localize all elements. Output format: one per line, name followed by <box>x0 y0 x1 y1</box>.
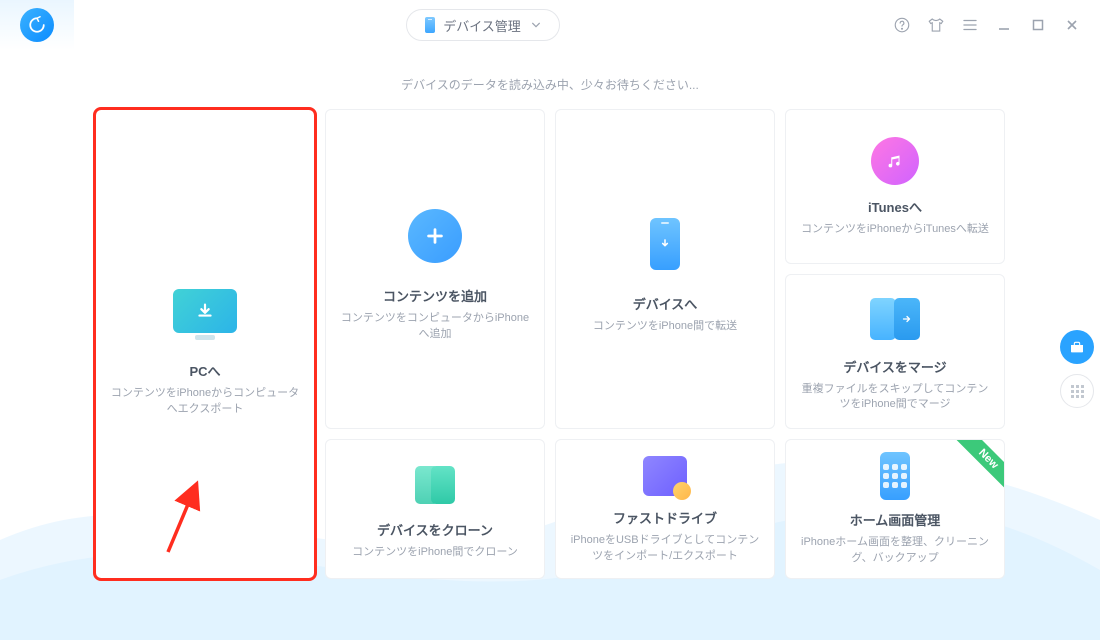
help-icon[interactable] <box>892 15 912 35</box>
tile-title: デバイスをマージ <box>843 357 946 376</box>
tile-title: iTunesへ <box>868 197 922 216</box>
plus-circle-icon <box>408 196 462 276</box>
phone-icon <box>425 17 435 33</box>
tile-to-itunes[interactable]: iTunesへ コンテンツをiPhoneからiTunesへ転送 <box>785 109 1005 264</box>
tile-fast-drive[interactable]: ファストドライブ iPhoneをUSBドライブとしてコンテンツをインポート/エク… <box>555 439 775 579</box>
apps-grid-button[interactable] <box>1060 374 1094 408</box>
merge-phones-icon <box>870 291 920 347</box>
tile-title: デバイスへ <box>633 294 698 313</box>
tile-desc: コンテンツをiPhone間で転送 <box>593 319 737 334</box>
tile-desc: コンテンツをiPhoneからコンピュータへエクスポート <box>107 386 303 417</box>
tile-desc: コンテンツをコンピュータからiPhoneへ追加 <box>338 311 532 342</box>
main-content: デバイスのデータを読み込み中、少々お待ちください... PCへ コンテンツをiP… <box>0 50 1100 579</box>
toolbox-button[interactable] <box>1060 330 1094 364</box>
tile-desc: iPhoneをUSBドライブとしてコンテンツをインポート/エクスポート <box>568 533 762 564</box>
close-button[interactable] <box>1062 15 1082 35</box>
chevron-down-icon <box>531 20 541 30</box>
header-controls <box>892 15 1100 35</box>
new-badge: New <box>955 439 1005 493</box>
shirt-icon[interactable] <box>926 15 946 35</box>
tile-home-screen[interactable]: New ホーム画面管理 iPhoneホーム画面を整理、クリーニング、バックアップ <box>785 439 1005 579</box>
monitor-download-icon <box>173 271 237 351</box>
tile-desc: コンテンツをiPhoneからiTunesへ転送 <box>801 222 989 237</box>
phone-download-icon <box>650 204 680 284</box>
app-header: デバイス管理 <box>0 0 1100 50</box>
side-float-buttons <box>1060 330 1094 408</box>
device-button-label: デバイス管理 <box>443 16 521 35</box>
itunes-icon <box>871 135 919 187</box>
menu-icon[interactable] <box>960 15 980 35</box>
tile-to-device[interactable]: デバイスへ コンテンツをiPhone間で転送 <box>555 109 775 429</box>
tile-title: ファストドライブ <box>613 508 717 527</box>
app-logo <box>0 0 74 50</box>
loading-text: デバイスのデータを読み込み中、少々お待ちください... <box>110 50 990 109</box>
clone-phones-icon <box>411 458 459 510</box>
maximize-button[interactable] <box>1028 15 1048 35</box>
tile-title: PCへ <box>189 361 220 380</box>
tile-clone-device[interactable]: デバイスをクローン コンテンツをiPhone間でクローン <box>325 439 545 579</box>
tile-title: コンテンツを追加 <box>383 286 487 305</box>
tile-to-pc[interactable]: PCへ コンテンツをiPhoneからコンピュータへエクスポート <box>95 109 315 579</box>
feature-grid: PCへ コンテンツをiPhoneからコンピュータへエクスポート コンテンツを追加… <box>110 109 990 579</box>
tile-desc: コンテンツをiPhone間でクローン <box>352 545 518 560</box>
drive-icon <box>643 454 687 498</box>
tile-title: デバイスをクローン <box>377 520 493 539</box>
tile-add-content[interactable]: コンテンツを追加 コンテンツをコンピュータからiPhoneへ追加 <box>325 109 545 429</box>
tile-title: ホーム画面管理 <box>850 510 941 529</box>
tile-desc: 重複ファイルをスキップしてコンテンツをiPhone間でマージ <box>798 382 992 413</box>
tile-merge-device[interactable]: デバイスをマージ 重複ファイルをスキップしてコンテンツをiPhone間でマージ <box>785 274 1005 429</box>
home-screen-icon <box>880 452 910 500</box>
tile-desc: iPhoneホーム画面を整理、クリーニング、バックアップ <box>798 535 992 566</box>
device-manager-dropdown[interactable]: デバイス管理 <box>406 9 560 41</box>
minimize-button[interactable] <box>994 15 1014 35</box>
